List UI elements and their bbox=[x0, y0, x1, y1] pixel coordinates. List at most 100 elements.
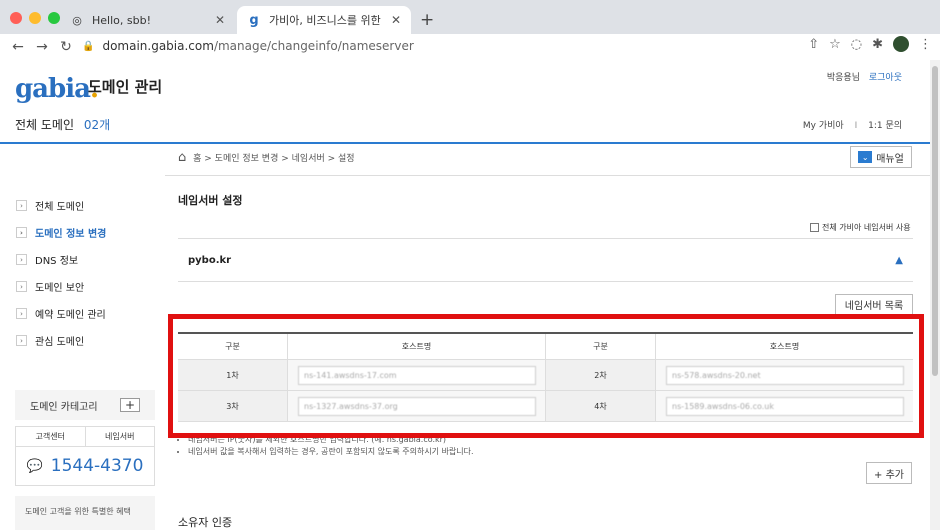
note-item: 네임서버는 IP(숫자)를 제외한 호스트명만 입력합니다. (예. ns.ga… bbox=[188, 434, 474, 446]
sidebar-item-reserved[interactable]: › 예약 도메인 관리 bbox=[16, 300, 156, 327]
sidebar-item-label: DNS 정보 bbox=[35, 256, 79, 267]
close-window-button[interactable] bbox=[10, 12, 22, 24]
column-header: 호스트명 bbox=[288, 334, 546, 359]
domain-category-box: 도메인 카테고리 + bbox=[15, 390, 155, 420]
owner-verification-title: 소유자 인증 bbox=[178, 516, 233, 529]
add-nameserver-button[interactable]: + 추가 bbox=[866, 462, 912, 484]
site-header: gabia. 도메인 관리 박응용님 로그아웃 전체 도메인 02개 My 가비… bbox=[0, 60, 930, 144]
breadcrumb: ⌂ 홈 > 도메인 정보 변경 > 네임서버 > 설정 bbox=[178, 150, 355, 165]
manual-label: 매뉴얼 bbox=[876, 153, 904, 165]
domains-count[interactable]: 02개 bbox=[84, 118, 110, 132]
domains-label: 전체 도메인 bbox=[15, 118, 75, 132]
menu-kebab-icon[interactable]: ⋮ bbox=[919, 37, 932, 52]
bookmark-star-icon[interactable]: ☆ bbox=[829, 37, 841, 52]
sidebar-item-dns[interactable]: › DNS 정보 bbox=[16, 246, 156, 273]
browser-tab-gabia[interactable]: g 가비아, 비즈니스를 위한 IT : 도메인/ ✕ bbox=[237, 6, 411, 34]
url-domain: domain.gabia.com bbox=[102, 39, 214, 53]
sidebar-item-label: 예약 도메인 관리 bbox=[35, 310, 106, 321]
chevron-right-icon: › bbox=[16, 335, 27, 346]
gabia-favicon-icon: g bbox=[249, 12, 259, 28]
ns-order-label: 2차 bbox=[546, 360, 656, 390]
ns-list-button[interactable]: 네임서버 목록 bbox=[835, 294, 913, 315]
reload-icon[interactable]: ↻ bbox=[54, 39, 78, 55]
column-header: 호스트명 bbox=[769, 342, 800, 351]
forward-icon[interactable]: → bbox=[30, 39, 54, 55]
chevron-right-icon: › bbox=[16, 281, 27, 292]
sidebar-item-label: 도메인 보안 bbox=[35, 283, 85, 294]
scrollbar[interactable] bbox=[930, 60, 940, 530]
column-header: 구분 bbox=[546, 334, 656, 359]
chevron-right-icon: › bbox=[16, 254, 27, 265]
sidebar-item-label: 전체 도메인 bbox=[35, 202, 85, 213]
extensions-puzzle-icon[interactable]: ✱ bbox=[872, 37, 883, 52]
collapse-triangle-icon[interactable]: ▲ bbox=[895, 255, 903, 266]
checkbox-label: 전체 가비아 네임서버 사용 bbox=[822, 223, 911, 232]
sidebar-item-domain-info[interactable]: › 도메인 정보 변경 bbox=[16, 219, 156, 246]
ns-cell: ns-1327.awsdns-37.org bbox=[288, 391, 546, 421]
sidebar: › 전체 도메인 › 도메인 정보 변경 › DNS 정보 › 도메인 보안 › 예약 도… bbox=[16, 192, 156, 354]
sidebar-item-watchlist[interactable]: › 관심 도메인 bbox=[16, 327, 156, 354]
new-tab-icon[interactable]: + bbox=[420, 10, 434, 30]
browser-tab-hello[interactable]: ◎ Hello, sbb! ✕ bbox=[60, 6, 235, 34]
support-box: 고객센터 네임서버 💬 1544-4370 bbox=[15, 426, 155, 486]
ns1-input[interactable]: ns-141.awsdns-17.com bbox=[298, 365, 536, 385]
browser-toolbar: ← → ↻ 🔒 domain.gabia.com /manage/changei… bbox=[0, 34, 940, 60]
checkbox[interactable] bbox=[810, 223, 819, 232]
minimize-window-button[interactable] bbox=[29, 12, 41, 24]
close-tab-icon[interactable]: ✕ bbox=[391, 13, 401, 27]
page-content: gabia. 도메인 관리 박응용님 로그아웃 전체 도메인 02개 My 가비… bbox=[0, 60, 940, 530]
refresh-extension-icon[interactable]: ◌ bbox=[851, 37, 862, 52]
url-path: /manage/changeinfo/nameserver bbox=[213, 39, 414, 53]
use-gabia-ns-checkbox[interactable]: 전체 가비아 네임서버 사용 bbox=[810, 222, 911, 233]
sidebar-item-all-domains[interactable]: › 전체 도메인 bbox=[16, 192, 156, 219]
support-phone: 💬 1544-4370 bbox=[16, 447, 154, 485]
table-header: 구분 호스트명 구분 호스트명 bbox=[178, 334, 913, 360]
ns2-input[interactable]: ns-578.awsdns-20.net bbox=[666, 365, 904, 385]
header-links: My 가비아 I 1:1 문의 bbox=[803, 118, 902, 131]
domain-count: 전체 도메인 02개 bbox=[15, 116, 110, 133]
sidebar-item-security[interactable]: › 도메인 보안 bbox=[16, 273, 156, 300]
domain-bar[interactable]: pybo.kr ▲ bbox=[178, 238, 913, 282]
scrollbar-thumb[interactable] bbox=[932, 66, 938, 376]
notes-list: 네임서버는 IP(숫자)를 제외한 호스트명만 입력합니다. (예. ns.ga… bbox=[188, 434, 474, 458]
domain-name: pybo.kr bbox=[188, 254, 232, 266]
ns3-input[interactable]: ns-1327.awsdns-37.org bbox=[298, 396, 536, 416]
gabia-logo[interactable]: gabia. bbox=[15, 74, 99, 104]
breadcrumb-path: 홈 > 도메인 정보 변경 > 네임서버 > 설정 bbox=[193, 154, 355, 164]
chevron-right-icon: › bbox=[16, 308, 27, 319]
lock-icon: 🔒 bbox=[82, 40, 95, 52]
promo-banner[interactable]: 도메인 고객을 위한 특별한 혜택 bbox=[15, 496, 155, 530]
back-icon[interactable]: ← bbox=[6, 39, 30, 55]
table-row: 3차 ns-1327.awsdns-37.org 4차 ns-1589.awsd… bbox=[178, 391, 913, 422]
browser-chrome: ◎ Hello, sbb! ✕ g 가비아, 비즈니스를 위한 IT : 도메인… bbox=[0, 0, 940, 60]
ns4-input[interactable]: ns-1589.awsdns-06.co.uk bbox=[666, 396, 904, 416]
profile-avatar[interactable] bbox=[893, 36, 909, 52]
window-controls bbox=[10, 12, 60, 24]
column-header: 구분 bbox=[178, 334, 288, 359]
divider bbox=[165, 175, 930, 176]
toolbar-icons: ⇧ ☆ ◌ ✱ ⋮ bbox=[808, 36, 932, 52]
add-category-button[interactable]: + bbox=[120, 398, 140, 412]
chevron-right-icon: › bbox=[16, 200, 27, 211]
category-label: 도메인 카테고리 bbox=[30, 401, 98, 413]
sidebar-item-label: 관심 도메인 bbox=[35, 337, 85, 348]
user-name: 박응용님 bbox=[826, 73, 860, 83]
page-title: 네임서버 설정 bbox=[178, 194, 243, 207]
my-gabia-link[interactable]: My 가비아 bbox=[803, 121, 844, 131]
home-icon[interactable]: ⌂ bbox=[178, 150, 186, 165]
share-icon[interactable]: ⇧ bbox=[808, 37, 819, 52]
manual-button[interactable]: ⌄ 매뉴얼 bbox=[850, 146, 912, 168]
close-tab-icon[interactable]: ✕ bbox=[215, 13, 225, 27]
sidebar-item-label: 도메인 정보 변경 bbox=[35, 229, 107, 240]
chevron-down-icon: ⌄ bbox=[858, 151, 873, 163]
inquiry-link[interactable]: 1:1 문의 bbox=[868, 121, 902, 131]
table-row: 1차 ns-141.awsdns-17.com 2차 ns-578.awsdns… bbox=[178, 360, 913, 391]
tab-nameserver[interactable]: 네임서버 bbox=[86, 427, 155, 446]
nameserver-table: 구분 호스트명 구분 호스트명 1차 ns-141.awsdns-17.com … bbox=[178, 332, 913, 422]
ns-order-label: 3차 bbox=[178, 391, 288, 421]
maximize-window-button[interactable] bbox=[48, 12, 60, 24]
site-title: 도메인 관리 bbox=[88, 78, 163, 96]
logout-link[interactable]: 로그아웃 bbox=[869, 73, 902, 83]
address-bar[interactable]: 🔒 domain.gabia.com /manage/changeinfo/na… bbox=[82, 34, 414, 58]
tab-customer-center[interactable]: 고객센터 bbox=[16, 427, 86, 446]
